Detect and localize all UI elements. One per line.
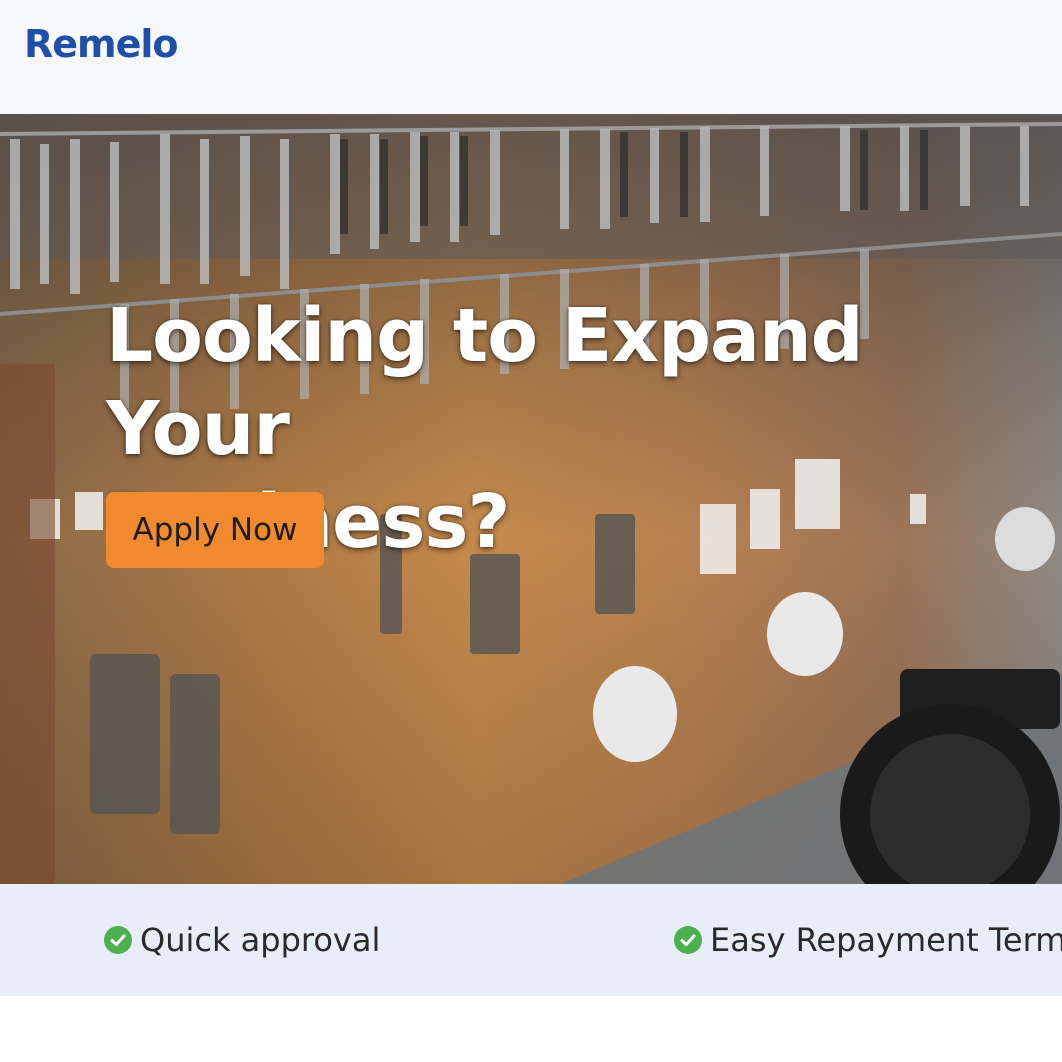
hero-title-line-1: Looking to Expand Your: [106, 293, 864, 472]
feature-label: Quick approval: [140, 921, 381, 959]
feature-item: Quick approval: [104, 884, 380, 996]
site-header: Remelo: [0, 0, 1062, 114]
hero-section: Looking to Expand Your Business? Apply N…: [0, 114, 1062, 884]
check-circle-icon: [674, 926, 702, 954]
features-strip: Quick approval Easy Repayment Terms: [0, 884, 1062, 996]
feature-label: Easy Repayment Terms: [710, 921, 1062, 959]
apply-now-button[interactable]: Apply Now: [106, 492, 324, 568]
check-circle-icon: [104, 926, 132, 954]
logo[interactable]: Remelo: [24, 22, 179, 66]
feature-item: Easy Repayment Terms: [674, 884, 1062, 996]
